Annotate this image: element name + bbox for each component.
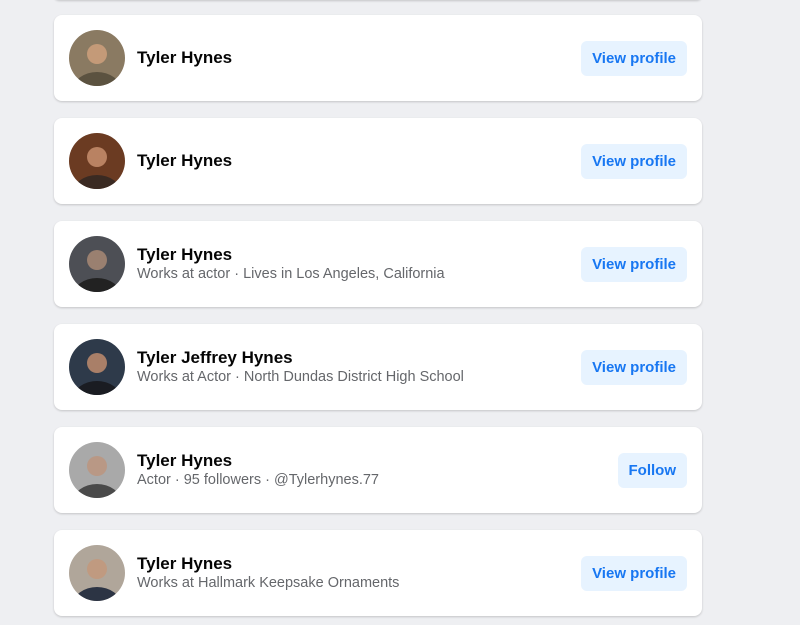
result-card: Tyler Hynes Actor · 95 followers · @Tyle… [54, 427, 702, 513]
result-details: Works at Hallmark Keepsake Ornaments [137, 574, 400, 591]
search-results-page: Tyler Hynes View profile Tyler Hynes Vie… [0, 0, 800, 625]
result-name[interactable]: Tyler Hynes [137, 151, 232, 171]
profile-photo-icon [69, 339, 125, 395]
profile-photo-icon [69, 442, 125, 498]
avatar[interactable] [69, 339, 125, 395]
result-card: Tyler Hynes View profile [54, 15, 702, 101]
view-profile-button[interactable]: View profile [581, 247, 687, 282]
result-name[interactable]: Tyler Hynes [137, 451, 379, 471]
avatar[interactable] [69, 442, 125, 498]
profile-photo-icon [69, 236, 125, 292]
view-profile-button[interactable]: View profile [581, 350, 687, 385]
view-profile-button[interactable]: View profile [581, 41, 687, 76]
result-card: Tyler Jeffrey Hynes Works at Actor · Nor… [54, 324, 702, 410]
result-name[interactable]: Tyler Hynes [137, 554, 399, 574]
result-card: Tyler Hynes Works at actor · Lives in Lo… [54, 221, 702, 307]
result-name[interactable]: Tyler Hynes [137, 245, 445, 265]
avatar[interactable] [69, 545, 125, 601]
profile-photo-icon [69, 30, 125, 86]
result-card: Tyler Hynes Works at Hallmark Keepsake O… [54, 530, 702, 616]
follow-button[interactable]: Follow [617, 453, 687, 488]
result-details: Actor · 95 followers · @Tylerhynes.77 [137, 471, 379, 488]
avatar[interactable] [69, 133, 125, 189]
profile-photo-icon [69, 133, 125, 189]
result-name[interactable]: Tyler Hynes [137, 48, 232, 68]
result-name[interactable]: Tyler Jeffrey Hynes [137, 348, 464, 368]
view-profile-button[interactable]: View profile [581, 556, 687, 591]
avatar[interactable] [69, 236, 125, 292]
result-details: Works at actor · Lives in Los Angeles, C… [137, 265, 445, 282]
result-details: Works at Actor · North Dundas District H… [137, 368, 464, 385]
result-card: Tyler Hynes View profile [54, 118, 702, 204]
profile-photo-icon [69, 545, 125, 601]
view-profile-button[interactable]: View profile [581, 144, 687, 179]
avatar[interactable] [69, 30, 125, 86]
